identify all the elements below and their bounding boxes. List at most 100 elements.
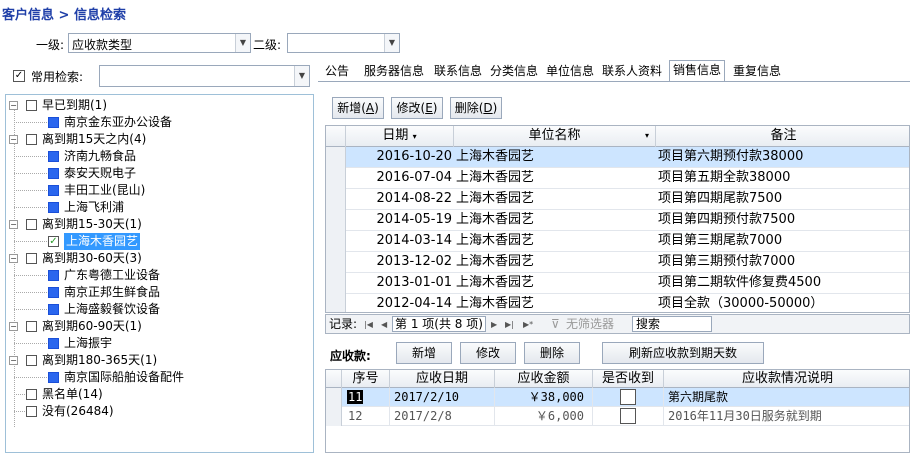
prev-record-icon[interactable]: ◀ [381, 316, 387, 334]
receivable-grid[interactable]: 序号 应收日期 应收金额 是否收到 应收款情况说明 11 2017/2/10 ￥… [325, 369, 910, 453]
tree-node-group[interactable]: − 离到期15天之内(4) [9, 131, 309, 148]
category-tree[interactable]: − 早已到期(1) 南京金东亚办公设备 − 离到期15天之内(4) 济南九畅食品… [5, 94, 314, 453]
tab-sales-info[interactable]: 销售信息 [669, 60, 726, 82]
no-filter-button[interactable]: 无筛选器 [566, 315, 614, 333]
node-checkbox[interactable] [26, 100, 37, 111]
filter-icon[interactable]: ⊽ [551, 315, 560, 333]
collapse-icon[interactable]: − [9, 220, 18, 229]
received-checkbox[interactable] [620, 408, 636, 424]
receivable-edit-button[interactable]: 修改 [460, 342, 516, 364]
tree-node-group[interactable]: − 离到期15-30天(1) [9, 216, 309, 233]
node-checkbox[interactable] [26, 253, 37, 264]
level1-value: 应收款类型 [72, 38, 133, 52]
tree-node-group[interactable]: − 早已到期(1) [9, 97, 309, 114]
collapse-icon[interactable]: − [9, 101, 18, 110]
record-position[interactable]: 第 1 项(共 8 项) [392, 316, 486, 332]
tree-node-leaf[interactable]: 南京正邦生鲜食品 [9, 284, 309, 301]
tree-node-leaf[interactable]: 广东粤德工业设备 [9, 267, 309, 284]
tree-node-group[interactable]: 没有(26484) [9, 403, 309, 420]
node-checkbox[interactable] [26, 219, 37, 230]
table-row[interactable]: 12 2017/2/8 ￥6,000 2016年11月30日服务就到期 [326, 407, 909, 426]
next-record-icon[interactable]: ▶ [491, 316, 497, 334]
first-record-icon[interactable]: |◀ [364, 316, 373, 334]
tab-contact-info[interactable]: 联系信息 [431, 62, 485, 82]
table-row[interactable]: 2014-08-22 上海木香园艺 项目第四期尾款7500 [326, 189, 909, 210]
chevron-down-icon[interactable]: ▼ [294, 66, 309, 86]
tab-category-info[interactable]: 分类信息 [487, 62, 541, 82]
col-company[interactable]: 单位名称 ▾ [454, 126, 656, 147]
col-date[interactable]: 日期 ▾ [346, 126, 454, 147]
company-icon [48, 338, 59, 349]
tree-node-leaf[interactable]: 泰安天贶电子 [9, 165, 309, 182]
level1-select[interactable]: 应收款类型 ▼ [68, 33, 251, 53]
tree-node-leaf[interactable]: 上海飞利浦 [9, 199, 309, 216]
tree-node-leaf[interactable]: 上海振宇 [9, 335, 309, 352]
tree-node-leaf[interactable]: 南京金东亚办公设备 [9, 114, 309, 131]
level2-select[interactable]: ▼ [287, 33, 400, 53]
node-checkbox[interactable] [26, 389, 37, 400]
tree-node-leaf-selected[interactable]: ✓ 上海木香园艺 [9, 233, 309, 250]
delete-button[interactable]: 删除(D) [450, 97, 502, 119]
collapse-icon[interactable]: − [9, 356, 18, 365]
refresh-due-days-button[interactable]: 刷新应收款到期天数 [602, 342, 764, 364]
collapse-icon[interactable]: − [9, 254, 18, 263]
tree-node-leaf[interactable]: 南京国际船舶设备配件 [9, 369, 309, 386]
tree-node-label: 离到期180-365天(1) [42, 353, 158, 367]
tree-node-group[interactable]: 黑名单(14) [9, 386, 309, 403]
chevron-down-icon[interactable]: ▼ [384, 34, 399, 52]
collapse-icon[interactable]: − [9, 322, 18, 331]
collapse-icon[interactable]: − [9, 135, 18, 144]
tree-node-leaf[interactable]: 上海盛毅餐饮设备 [9, 301, 309, 318]
chevron-down-icon[interactable]: ▼ [235, 34, 250, 52]
tab-server-info[interactable]: 服务器信息 [361, 62, 427, 82]
receivable-delete-button[interactable]: 删除 [524, 342, 580, 364]
tab-notice[interactable]: 公告 [322, 62, 352, 82]
receivable-add-button[interactable]: 新增 [396, 342, 452, 364]
node-checkbox[interactable] [26, 406, 37, 417]
tab-duplicate-info[interactable]: 重复信息 [730, 62, 784, 82]
new-record-icon[interactable]: ▶* [523, 316, 533, 334]
node-checkbox[interactable] [26, 355, 37, 366]
tree-node-group[interactable]: − 离到期30-60天(3) [9, 250, 309, 267]
node-checkbox[interactable] [26, 321, 37, 332]
col-received[interactable]: 是否收到 [593, 370, 664, 388]
table-row[interactable]: 2012-04-14 上海木香园艺 项目全款（30000-50000） [326, 294, 909, 312]
tree-node-leaf[interactable]: 丰田工业(昆山) [9, 182, 309, 199]
col-seq[interactable]: 序号 [342, 370, 390, 388]
table-row[interactable]: 2014-05-19 上海木香园艺 项目第四期预付款7500 [326, 210, 909, 231]
tree-node-group[interactable]: − 离到期180-365天(1) [9, 352, 309, 369]
col-due-date[interactable]: 应收日期 [390, 370, 495, 388]
last-record-icon[interactable]: ▶| [505, 316, 514, 334]
check-icon[interactable]: ✓ [48, 236, 59, 247]
common-search-checkbox[interactable]: ✓ [13, 70, 25, 82]
received-checkbox[interactable] [620, 389, 636, 405]
search-input[interactable]: 搜索 [632, 316, 712, 332]
level1-label: 一级: [36, 38, 65, 52]
node-checkbox[interactable] [26, 134, 37, 145]
table-row[interactable]: 2013-01-01 上海木香园艺 项目第二期软件修复费4500 [326, 273, 909, 294]
table-row[interactable]: 2016-10-20 上海木香园艺 项目第六期预付款38000 [326, 147, 909, 168]
tab-contact-profile[interactable]: 联系人资料 [599, 62, 665, 82]
col-amount[interactable]: 应收金额 [495, 370, 593, 388]
col-note[interactable]: 备注 [656, 126, 909, 147]
common-search-select[interactable]: ▼ [99, 65, 310, 87]
company-icon [48, 117, 59, 128]
edit-button[interactable]: 修改(E) [391, 97, 443, 119]
breadcrumb: 客户信息 > 信息检索 [2, 8, 126, 23]
sales-grid[interactable]: 日期 ▾ 单位名称 ▾ 备注 2016-10-20 上海木香园艺 项目第六期预付… [325, 125, 910, 313]
company-icon [48, 270, 59, 281]
tree-node-group[interactable]: − 离到期60-90天(1) [9, 318, 309, 335]
table-row[interactable]: 2016-07-04 上海木香园艺 项目第五期全款38000 [326, 168, 909, 189]
table-row[interactable]: 2014-03-14 上海木香园艺 项目第三期尾款7000 [326, 231, 909, 252]
tree-node-label: 南京国际船舶设备配件 [64, 370, 185, 384]
company-icon [48, 168, 59, 179]
tab-company-info[interactable]: 单位信息 [543, 62, 597, 82]
tree-node-leaf[interactable]: 济南九畅食品 [9, 148, 309, 165]
table-row[interactable]: 11 2017/2/10 ￥38,000 第六期尾款 [326, 388, 909, 407]
tree-node-label: 离到期15天之内(4) [42, 132, 147, 146]
col-description[interactable]: 应收款情况说明 [664, 370, 909, 388]
add-button[interactable]: 新增(A) [332, 97, 384, 119]
tree-node-label: 南京金东亚办公设备 [64, 115, 173, 129]
table-row[interactable]: 2013-12-02 上海木香园艺 项目第三期预付款7000 [326, 252, 909, 273]
company-icon [48, 287, 59, 298]
